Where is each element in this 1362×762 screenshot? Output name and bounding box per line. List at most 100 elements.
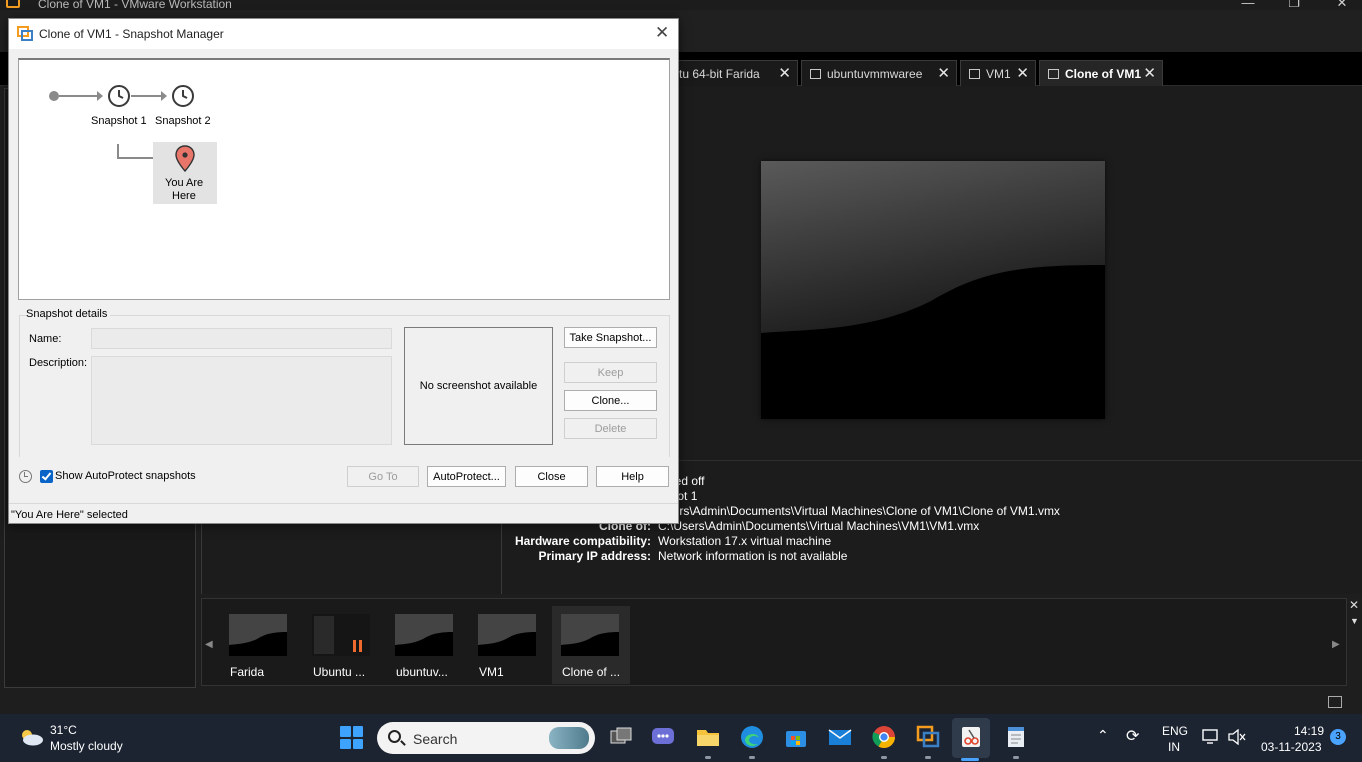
scroll-left-icon[interactable]: ◀ (205, 639, 213, 650)
tab-close-icon[interactable]: ✕ (1016, 64, 1029, 82)
snipping-tool-icon[interactable] (958, 724, 984, 750)
minimize-icon[interactable]: — (1236, 0, 1260, 10)
thumbnail-close-icon[interactable]: ✕ (1349, 598, 1359, 612)
main-window-title: Clone of VM1 - VMware Workstation (38, 0, 232, 10)
detail-hardware-row: Hardware compatibility: Workstation 17.x… (501, 534, 1201, 549)
snapshot-screenshot-preview: No screenshot available (404, 327, 553, 445)
dialog-close-icon[interactable]: ✕ (655, 23, 669, 43)
snapshot-2-clock-icon[interactable] (171, 84, 195, 108)
start-tile-3 (340, 738, 351, 749)
thumbnail-farida[interactable]: Farida (220, 606, 298, 684)
go-to-button[interactable]: Go To (347, 466, 419, 487)
vm-tab-icon (1048, 68, 1059, 79)
vmware-taskbar-icon[interactable] (915, 724, 941, 750)
snapshot-tree[interactable]: Snapshot 1 Snapshot 2 You Are Here (18, 58, 670, 300)
sync-icon[interactable]: ⟳ (1126, 726, 1139, 746)
tab-clone-of-vm1[interactable]: Clone of VM1 ✕ (1039, 60, 1163, 86)
chrome-icon[interactable] (871, 724, 897, 750)
tab-close-icon[interactable]: ✕ (937, 64, 950, 82)
thumbnail-image (395, 614, 453, 656)
thumbnail-ubuntu[interactable]: Ubuntu ... (303, 606, 381, 684)
detail-clone-of-value: C:\Users\Admin\Documents\Virtual Machine… (658, 519, 980, 533)
microsoft-store-icon[interactable] (783, 724, 809, 750)
main-window-titlebar: Clone of VM1 - VMware Workstation — ❐ ✕ (0, 0, 1362, 10)
clock-time[interactable]: 14:19 (1294, 724, 1324, 738)
thumbnail-menu-icon[interactable]: ▼ (1350, 616, 1359, 626)
thumbnail-ubuntuv[interactable]: ubuntuv... (386, 606, 464, 684)
language-line1[interactable]: ENG (1162, 724, 1188, 738)
thumbnail-label: ubuntuv... (396, 665, 448, 679)
dialog-titlebar: Clone of VM1 - Snapshot Manager ✕ (9, 19, 678, 49)
tab-farida[interactable]: tu 64-bit Farida ✕ (672, 60, 798, 86)
thumbnail-clone-of-vm1[interactable]: Clone of ... (552, 606, 630, 684)
start-tile-2 (352, 726, 363, 737)
vm-tab-icon (810, 68, 821, 79)
snapshot-name-field[interactable] (91, 328, 392, 349)
vm-tab-icon (969, 68, 980, 79)
tab-close-icon[interactable]: ✕ (1143, 64, 1156, 82)
volume-muted-icon[interactable] (1228, 729, 1246, 745)
you-are-here-node[interactable]: You Are Here (153, 142, 217, 204)
location-pin-icon (175, 145, 195, 173)
thumbnail-image (561, 614, 619, 656)
restore-icon[interactable]: ❐ (1282, 0, 1306, 10)
tab-vm1[interactable]: VM1 ✕ (960, 60, 1036, 86)
notification-badge[interactable]: 3 (1330, 729, 1346, 745)
detail-config-value: Users\Admin\Documents\Virtual Machines\C… (658, 504, 1060, 518)
windows-taskbar: 31°C Mostly cloudy Search ⌃ ⟳ ENG IN 14:… (0, 714, 1362, 762)
running-indicator (749, 756, 755, 759)
clone-button[interactable]: Clone... (564, 390, 657, 411)
show-autoprotect-label[interactable]: Show AutoProtect snapshots (55, 470, 196, 482)
snapshot-1-clock-icon[interactable] (107, 84, 131, 108)
snapshot-description-field[interactable] (91, 356, 392, 445)
network-icon[interactable] (1202, 729, 1220, 745)
name-label: Name: (29, 333, 62, 345)
active-app-indicator (961, 758, 979, 761)
delete-button[interactable]: Delete (564, 418, 657, 439)
no-screenshot-text: No screenshot available (419, 380, 538, 392)
tab-close-icon[interactable]: ✕ (778, 64, 791, 82)
vm-screen-preview[interactable] (761, 161, 1105, 419)
snapshot-2-label[interactable]: Snapshot 2 (155, 115, 211, 127)
thumbnail-image (478, 614, 536, 656)
scroll-right-icon[interactable]: ▶ (1332, 639, 1340, 650)
tab-ubuntuvmmwaree[interactable]: ubuntuvmmwaree ✕ (801, 60, 957, 86)
thumbnail-label: Ubuntu ... (313, 665, 366, 679)
help-button[interactable]: Help (596, 466, 669, 487)
weather-condition[interactable]: Mostly cloudy (50, 739, 123, 753)
vm-preview-graphic (761, 161, 1105, 333)
edge-browser-icon[interactable] (739, 724, 765, 750)
main-status-bar (0, 688, 1362, 714)
taskbar-search[interactable]: Search (377, 722, 595, 754)
clock-date[interactable]: 03-11-2023 (1261, 740, 1322, 754)
close-button[interactable]: Close (515, 466, 588, 487)
snapshot-manager-dialog: Clone of VM1 - Snapshot Manager ✕ Snapsh… (8, 18, 679, 524)
autoprotect-history-icon (19, 470, 32, 483)
thumbnail-label: Farida (230, 665, 265, 679)
language-line2[interactable]: IN (1168, 740, 1180, 754)
message-log-icon[interactable] (1328, 696, 1342, 708)
teams-chat-icon[interactable] (650, 724, 676, 750)
weather-temperature[interactable]: 31°C (50, 723, 77, 737)
thumbnail-label: Clone of ... (562, 665, 621, 679)
running-indicator (925, 756, 931, 759)
detail-ip-label: Primary IP address: (538, 549, 651, 563)
notepad-icon[interactable] (1003, 724, 1029, 750)
task-view-icon[interactable] (608, 724, 634, 750)
running-indicator (705, 756, 711, 759)
close-window-icon[interactable]: ✕ (1330, 0, 1354, 10)
tab-label: ubuntuvmmwaree (827, 66, 923, 81)
file-explorer-icon[interactable] (695, 724, 721, 750)
cloudy-weather-icon[interactable] (18, 728, 44, 746)
chevron-up-icon[interactable]: ⌃ (1097, 727, 1109, 744)
autoprotect-button[interactable]: AutoProtect... (427, 466, 506, 487)
start-tile-1 (340, 726, 351, 737)
thumbnail-vm1[interactable]: VM1 (469, 606, 547, 684)
take-snapshot-button[interactable]: Take Snapshot... (564, 327, 657, 348)
snapshot-1-label[interactable]: Snapshot 1 (91, 115, 147, 127)
vmware-app-icon (6, 0, 20, 8)
show-autoprotect-checkbox[interactable] (40, 470, 53, 483)
keep-button[interactable]: Keep (564, 362, 657, 383)
mail-icon[interactable] (827, 724, 853, 750)
start-button[interactable] (340, 726, 363, 749)
